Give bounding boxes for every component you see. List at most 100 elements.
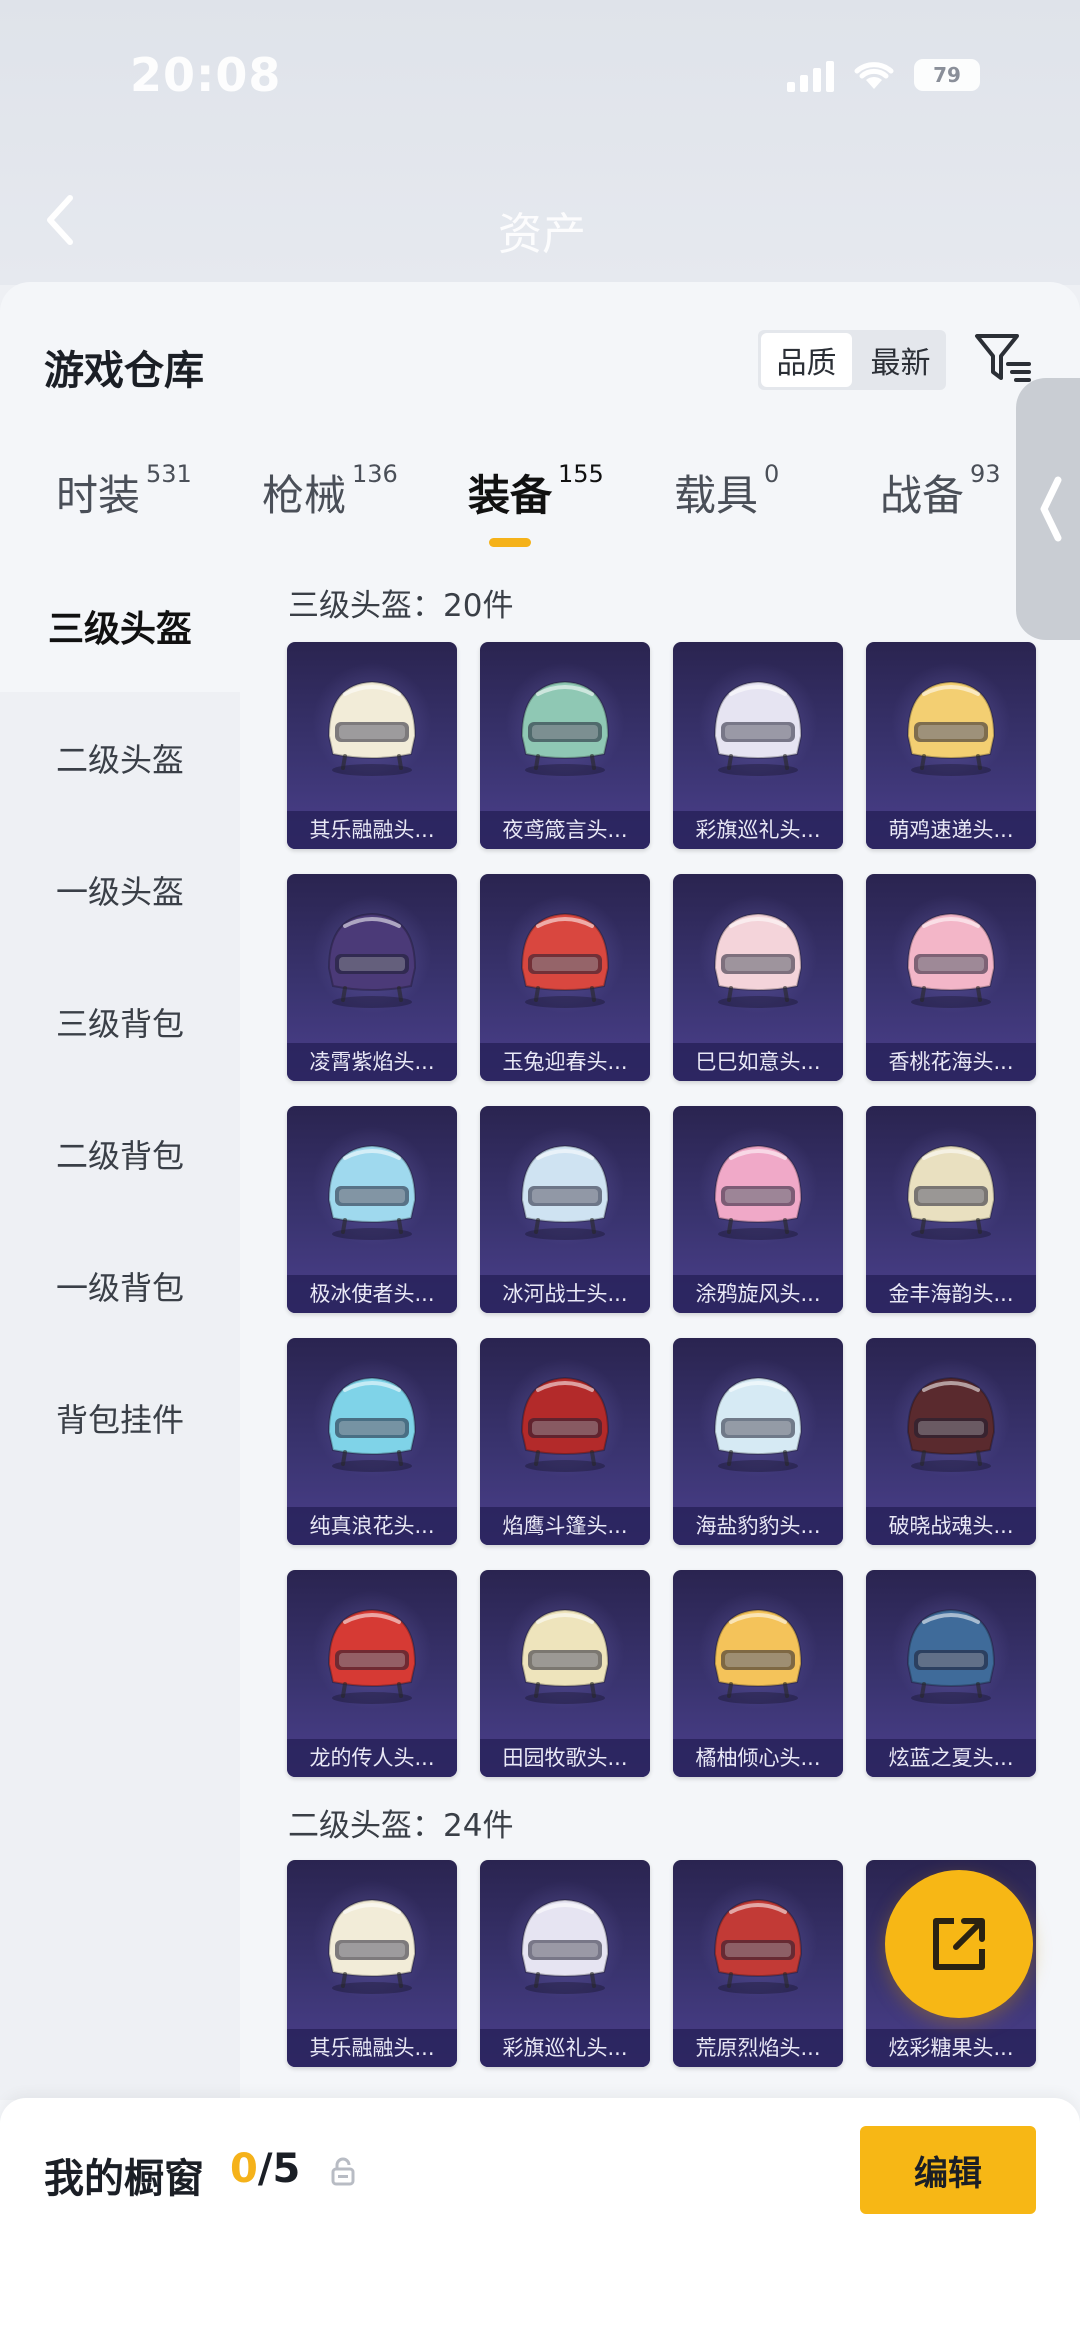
tab-guns[interactable]: 枪械 136 — [262, 460, 398, 523]
tab-label: 枪械 — [262, 471, 347, 520]
item-card[interactable]: 萌鸡速递头... — [866, 642, 1036, 849]
share-icon — [933, 1918, 985, 1970]
item-name: 萌鸡速递头... — [866, 811, 1036, 849]
helmet-icon — [906, 912, 996, 1008]
side-panel-handle[interactable] — [1016, 378, 1080, 640]
helmet-icon — [327, 680, 417, 776]
filter-icon[interactable] — [974, 330, 1032, 386]
item-card[interactable]: 凌霄紫焰头... — [287, 874, 457, 1081]
item-name: 荒原烈焰头... — [673, 2029, 843, 2067]
tab-vehicles[interactable]: 载具 0 — [674, 460, 780, 523]
active-tab-indicator — [489, 538, 531, 547]
sidebar-item-level2-backpack[interactable]: 二级背包 — [0, 1088, 240, 1220]
tab-fashion[interactable]: 时装 531 — [56, 460, 192, 523]
status-time: 20:08 — [130, 48, 282, 102]
item-card[interactable]: 巳巳如意头... — [673, 874, 843, 1081]
helmet-icon — [520, 1144, 610, 1240]
item-name: 金丰海韵头... — [866, 1275, 1036, 1313]
helmet-icon — [327, 1608, 417, 1704]
section-title-level2: 二级头盔：24件 — [288, 1808, 514, 1844]
item-card[interactable]: 玉兔迎春头... — [480, 874, 650, 1081]
item-card[interactable]: 金丰海韵头... — [866, 1106, 1036, 1313]
showcase-title: 我的橱窗 — [44, 2156, 204, 2202]
item-name: 纯真浪花头... — [287, 1507, 457, 1545]
sidebar-item-backpack-charm[interactable]: 背包挂件 — [0, 1352, 240, 1484]
helmet-icon — [327, 912, 417, 1008]
signal-icon — [787, 58, 834, 92]
section-title-level3: 三级头盔：20件 — [288, 588, 514, 624]
tab-equipment[interactable]: 装备 155 — [468, 460, 604, 523]
helmet-icon — [327, 1376, 417, 1472]
item-name: 香桃花海头... — [866, 1043, 1036, 1081]
chevron-left-icon — [1040, 476, 1062, 542]
item-card[interactable]: 彩旗巡礼头... — [480, 1860, 650, 2067]
tab-count: 0 — [764, 460, 780, 488]
item-name: 彩旗巡礼头... — [673, 811, 843, 849]
item-card[interactable]: 涂鸦旋风头... — [673, 1106, 843, 1313]
item-card[interactable]: 极冰使者头... — [287, 1106, 457, 1313]
share-button[interactable] — [885, 1870, 1033, 2018]
helmet-icon — [520, 1608, 610, 1704]
item-name: 橘柚倾心头... — [673, 1739, 843, 1777]
helmet-icon — [520, 680, 610, 776]
tab-label: 时装 — [56, 471, 141, 520]
item-name: 冰河战士头... — [480, 1275, 650, 1313]
item-card[interactable]: 橘柚倾心头... — [673, 1570, 843, 1777]
edit-button[interactable]: 编辑 — [860, 2126, 1036, 2214]
sort-newest-button[interactable]: 最新 — [855, 330, 946, 390]
item-name: 破晓战魂头... — [866, 1507, 1036, 1545]
sidebar-item-level3-backpack[interactable]: 三级背包 — [0, 956, 240, 1088]
tab-count: 136 — [352, 460, 398, 488]
item-name: 炫蓝之夏头... — [866, 1739, 1036, 1777]
sort-quality-button[interactable]: 品质 — [761, 333, 852, 387]
showcase-total: /5 — [257, 2146, 301, 2192]
item-card[interactable]: 海盐豹豹头... — [673, 1338, 843, 1545]
category-sidebar: 三级头盔 二级头盔 一级头盔 三级背包 二级背包 一级背包 背包挂件 — [0, 560, 240, 2100]
helmet-icon — [906, 680, 996, 776]
sidebar-item-level1-backpack[interactable]: 一级背包 — [0, 1220, 240, 1352]
item-card[interactable]: 破晓战魂头... — [866, 1338, 1036, 1545]
back-icon[interactable] — [40, 190, 80, 250]
showcase-current: 0 — [230, 2146, 258, 2192]
item-name: 炫彩糖果头... — [866, 2029, 1036, 2067]
item-card[interactable]: 焰鹰斗篷头... — [480, 1338, 650, 1545]
lock-icon — [331, 2157, 355, 2186]
page-title: 资产 — [498, 209, 586, 260]
item-name: 海盐豹豹头... — [673, 1507, 843, 1545]
item-card[interactable]: 炫蓝之夏头... — [866, 1570, 1036, 1777]
item-name: 田园牧歌头... — [480, 1739, 650, 1777]
item-card[interactable]: 冰河战士头... — [480, 1106, 650, 1313]
item-name: 焰鹰斗篷头... — [480, 1507, 650, 1545]
helmet-icon — [520, 1376, 610, 1472]
helmet-icon — [713, 680, 803, 776]
item-card[interactable]: 纯真浪花头... — [287, 1338, 457, 1545]
item-name: 巳巳如意头... — [673, 1043, 843, 1081]
item-card[interactable]: 夜鸢箴言头... — [480, 642, 650, 849]
item-card[interactable]: 其乐融融头... — [287, 1860, 457, 2067]
item-name: 其乐融融头... — [287, 811, 457, 849]
tab-label: 战备 — [880, 471, 965, 520]
item-card[interactable]: 彩旗巡礼头... — [673, 642, 843, 849]
item-name: 夜鸢箴言头... — [480, 811, 650, 849]
helmet-icon — [713, 1608, 803, 1704]
sort-toggle: 品质 最新 — [758, 330, 946, 390]
sidebar-item-level2-helmet[interactable]: 二级头盔 — [0, 692, 240, 824]
tab-label: 装备 — [468, 471, 553, 520]
tab-supplies[interactable]: 战备 93 — [880, 460, 1001, 523]
tab-count: 155 — [558, 460, 604, 488]
item-card[interactable]: 其乐融融头... — [287, 642, 457, 849]
sheet-title: 游戏仓库 — [44, 348, 204, 394]
helmet-icon — [906, 1608, 996, 1704]
item-card[interactable]: 荒原烈焰头... — [673, 1860, 843, 2067]
sidebar-item-level3-helmet[interactable]: 三级头盔 — [0, 560, 240, 692]
item-card[interactable]: 香桃花海头... — [866, 874, 1036, 1081]
item-name: 其乐融融头... — [287, 2029, 457, 2067]
helmet-icon — [520, 912, 610, 1008]
item-card[interactable]: 田园牧歌头... — [480, 1570, 650, 1777]
item-name: 涂鸦旋风头... — [673, 1275, 843, 1313]
item-card[interactable]: 龙的传人头... — [287, 1570, 457, 1777]
sidebar-item-level1-helmet[interactable]: 一级头盔 — [0, 824, 240, 956]
showcase-count: 0/5 — [230, 2146, 300, 2192]
helmet-icon — [713, 1898, 803, 1994]
helmet-icon — [713, 1376, 803, 1472]
